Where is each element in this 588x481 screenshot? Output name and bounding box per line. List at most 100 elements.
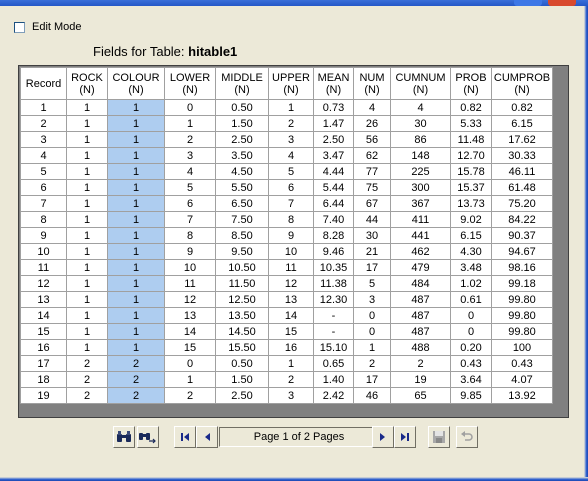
cell-upper[interactable]: 4: [268, 147, 314, 164]
cell-prob[interactable]: 9.85: [450, 387, 492, 404]
cell-cumprob[interactable]: 98.16: [491, 259, 553, 276]
table-row[interactable]: 13 1 1 12 12.50 13 12.30 3 487 0.61 99.80: [20, 291, 553, 308]
cell-prob[interactable]: 6.15: [450, 227, 492, 244]
cell-mean[interactable]: 0.73: [313, 99, 354, 116]
cell-rock[interactable]: 1: [66, 147, 108, 164]
cell-colour[interactable]: 1: [107, 195, 165, 212]
cell-colour[interactable]: 1: [107, 323, 165, 340]
cell-prob[interactable]: 0.61: [450, 291, 492, 308]
cell-lower[interactable]: 10: [164, 259, 216, 276]
cell-middle[interactable]: 12.50: [215, 291, 269, 308]
cell-rock[interactable]: 1: [66, 227, 108, 244]
cell-prob[interactable]: 3.64: [450, 371, 492, 388]
cell-cumprob[interactable]: 75.20: [491, 195, 553, 212]
table-row[interactable]: 7 1 1 6 6.50 7 6.44 67 367 13.73 75.20: [20, 195, 553, 212]
cell-middle[interactable]: 13.50: [215, 307, 269, 324]
cell-upper[interactable]: 8: [268, 211, 314, 228]
cell-lower[interactable]: 9: [164, 243, 216, 260]
cell-rock[interactable]: 2: [66, 371, 108, 388]
cell-upper[interactable]: 14: [268, 307, 314, 324]
cell-middle[interactable]: 1.50: [215, 371, 269, 388]
cell-colour[interactable]: 1: [107, 275, 165, 292]
column-header-rock[interactable]: ROCK (N): [66, 67, 108, 100]
cell-rock[interactable]: 1: [66, 323, 108, 340]
cell-prob[interactable]: 4.30: [450, 243, 492, 260]
cell-prob[interactable]: 15.78: [450, 163, 492, 180]
table-row[interactable]: 3 1 1 2 2.50 3 2.50 56 86 11.48 17.62: [20, 131, 553, 148]
table-row[interactable]: 4 1 1 3 3.50 4 3.47 62 148 12.70 30.33: [20, 147, 553, 164]
cell-mean[interactable]: 15.10: [313, 339, 354, 356]
cell-cumprob[interactable]: 6.15: [491, 115, 553, 132]
cell-mean[interactable]: 1.40: [313, 371, 354, 388]
cell-lower[interactable]: 6: [164, 195, 216, 212]
cell-rock[interactable]: 1: [66, 179, 108, 196]
cell-upper[interactable]: 3: [268, 387, 314, 404]
cell-num[interactable]: 56: [353, 131, 391, 148]
cell-prob[interactable]: 12.70: [450, 147, 492, 164]
cell-cumprob[interactable]: 100: [491, 339, 553, 356]
cell-colour[interactable]: 1: [107, 259, 165, 276]
cell-mean[interactable]: 12.30: [313, 291, 354, 308]
cell-rock[interactable]: 1: [66, 307, 108, 324]
cell-lower[interactable]: 5: [164, 179, 216, 196]
cell-mean[interactable]: 10.35: [313, 259, 354, 276]
cell-upper[interactable]: 2: [268, 371, 314, 388]
cell-rock[interactable]: 1: [66, 163, 108, 180]
cell-num[interactable]: 75: [353, 179, 391, 196]
cell-mean[interactable]: 8.28: [313, 227, 354, 244]
cell-cumprob[interactable]: 0.82: [491, 99, 553, 116]
cell-cumprob[interactable]: 94.67: [491, 243, 553, 260]
cell-cumnum[interactable]: 487: [390, 307, 451, 324]
table-row[interactable]: 14 1 1 13 13.50 14-0 487 0 99.80: [20, 307, 553, 324]
cell-lower[interactable]: 1: [164, 115, 216, 132]
cell-lower[interactable]: 3: [164, 147, 216, 164]
cell-mean[interactable]: -: [313, 307, 354, 324]
column-header-middle[interactable]: MIDDLE (N): [215, 67, 269, 100]
cell-num[interactable]: 2: [353, 355, 391, 372]
cell-cumnum[interactable]: 225: [390, 163, 451, 180]
cell-mean[interactable]: 2.42: [313, 387, 354, 404]
cell-middle[interactable]: 6.50: [215, 195, 269, 212]
cell-lower[interactable]: 0: [164, 99, 216, 116]
cell-upper[interactable]: 7: [268, 195, 314, 212]
cell-rock[interactable]: 1: [66, 131, 108, 148]
cell-cumprob[interactable]: 0.43: [491, 355, 553, 372]
column-header-record[interactable]: Record: [20, 67, 67, 100]
cell-rock[interactable]: 2: [66, 387, 108, 404]
save-button[interactable]: [428, 426, 450, 448]
cell-rock[interactable]: 1: [66, 115, 108, 132]
cell-num[interactable]: 46: [353, 387, 391, 404]
cell-mean[interactable]: 7.40: [313, 211, 354, 228]
table-row[interactable]: 6 1 1 5 5.50 6 5.44 75 300 15.37 61.48: [20, 179, 553, 196]
cell-num[interactable]: 0: [353, 307, 391, 324]
cell-lower[interactable]: 0: [164, 355, 216, 372]
edit-mode-checkbox[interactable]: [14, 21, 25, 33]
cell-colour[interactable]: 1: [107, 307, 165, 324]
cell-num[interactable]: 5: [353, 275, 391, 292]
cell-cumprob[interactable]: 90.37: [491, 227, 553, 244]
cell-upper[interactable]: 10: [268, 243, 314, 260]
cell-cumnum[interactable]: 441: [390, 227, 451, 244]
table-row[interactable]: 1 1 1 0 0.50 1 0.73 4 4 0.82 0.82: [20, 99, 553, 116]
cell-cumprob[interactable]: 30.33: [491, 147, 553, 164]
cell-middle[interactable]: 0.50: [215, 355, 269, 372]
cell-num[interactable]: 4: [353, 99, 391, 116]
cell-middle[interactable]: 4.50: [215, 163, 269, 180]
column-header-num[interactable]: NUM (N): [353, 67, 391, 100]
cell-rock[interactable]: 1: [66, 275, 108, 292]
cell-colour[interactable]: 1: [107, 147, 165, 164]
cell-rock[interactable]: 1: [66, 291, 108, 308]
cell-num[interactable]: 21: [353, 243, 391, 260]
table-row[interactable]: 11 1 1 10 10.50 11 10.35 17 479 3.48 98.16: [20, 259, 553, 276]
cell-middle[interactable]: 2.50: [215, 131, 269, 148]
undo-button[interactable]: [456, 426, 478, 448]
cell-cumnum[interactable]: 367: [390, 195, 451, 212]
find-next-button[interactable]: [137, 426, 159, 448]
cell-num[interactable]: 44: [353, 211, 391, 228]
cell-mean[interactable]: -: [313, 323, 354, 340]
cell-cumprob[interactable]: 13.92: [491, 387, 553, 404]
first-page-button[interactable]: [174, 426, 196, 448]
cell-cumnum[interactable]: 488: [390, 339, 451, 356]
find-button[interactable]: [113, 426, 135, 448]
cell-middle[interactable]: 9.50: [215, 243, 269, 260]
